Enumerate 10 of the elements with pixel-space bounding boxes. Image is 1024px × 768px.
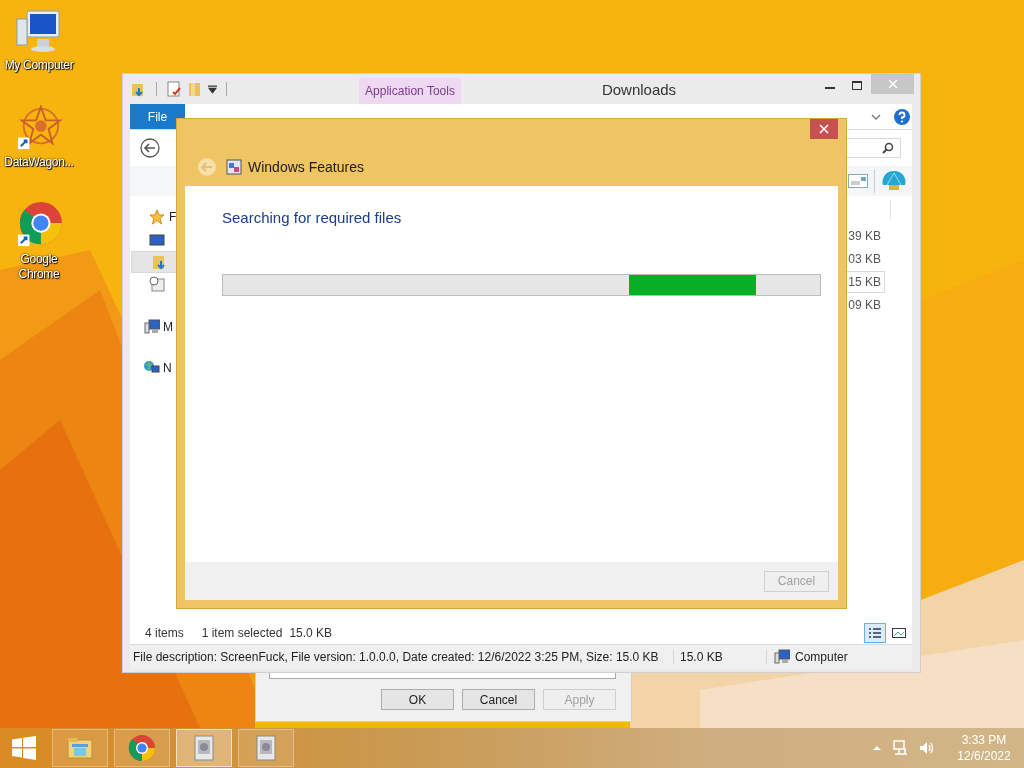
security-zone: Computer	[795, 650, 848, 664]
item-count: 4 items	[145, 626, 184, 640]
contextual-tab-header: Application Tools	[359, 78, 461, 104]
window-title: Downloads	[600, 80, 678, 98]
file-size: 15.0 KB	[674, 650, 767, 664]
status-heading: Searching for required files	[222, 209, 403, 226]
dialog-title: Windows Features	[248, 158, 364, 175]
file-description: File description: ScreenFuck, File version: 1.0.0.0, Date created: 12/6/2022 3:25 PM, Size: 15.0 KB	[130, 650, 674, 664]
selection-status: 1 item selected	[201, 626, 283, 640]
selection-size: 15.0 KB	[289, 626, 333, 640]
